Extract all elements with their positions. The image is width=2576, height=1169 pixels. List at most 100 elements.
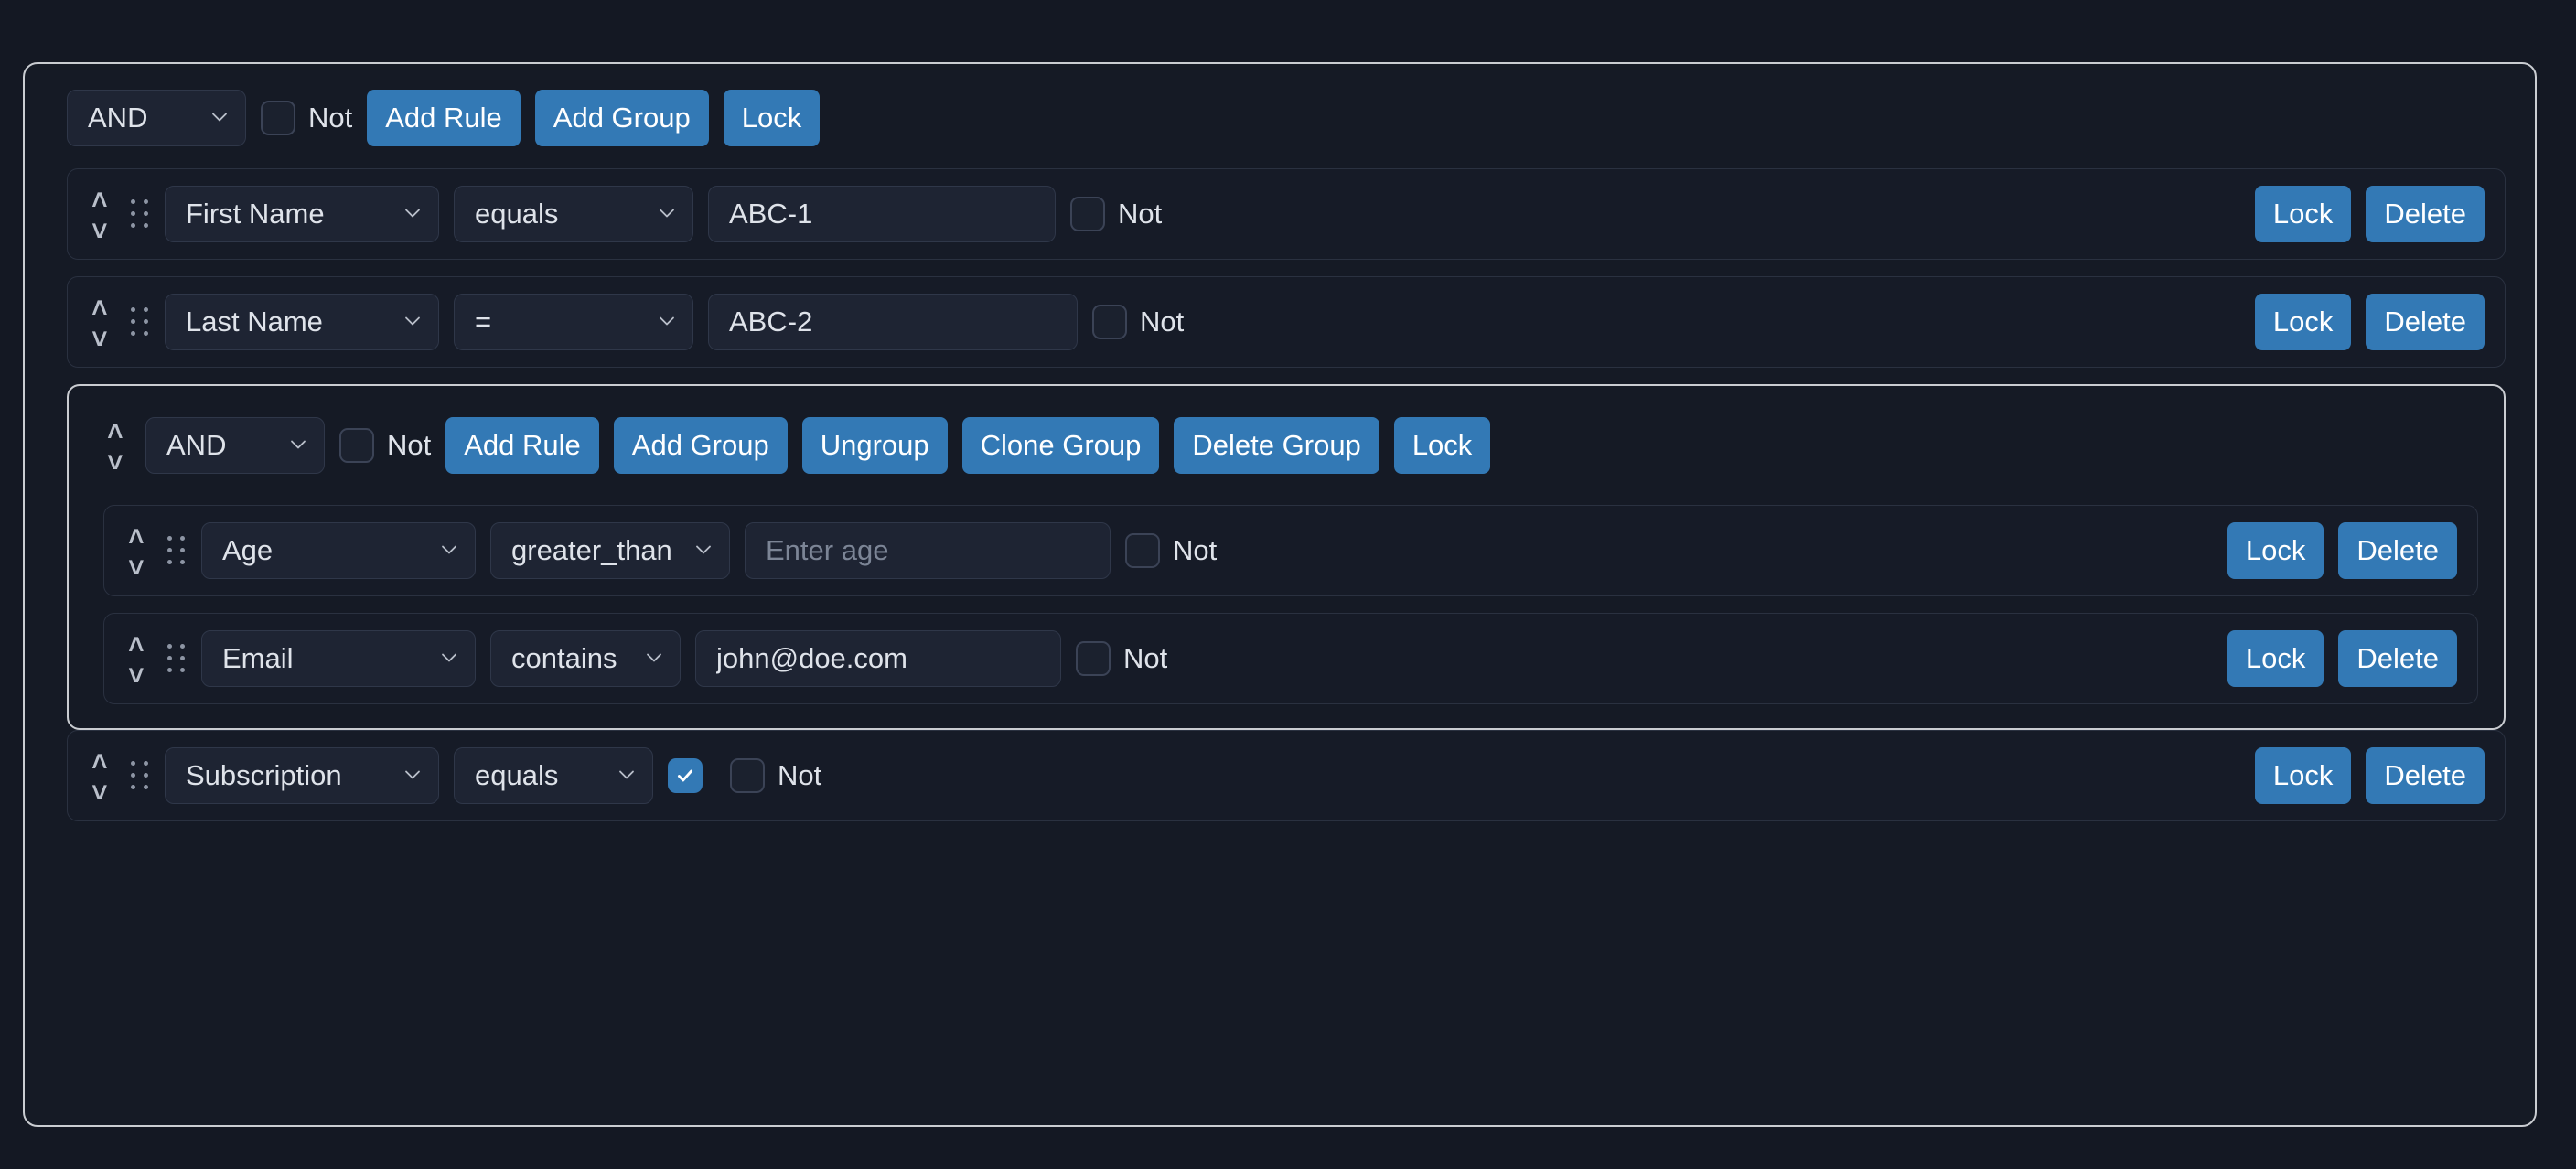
rule-field-value: Age (222, 534, 273, 567)
root-not-checkbox[interactable] (261, 101, 295, 135)
rule-operator-value: equals (475, 198, 558, 231)
rule-actions: Lock Delete (2227, 630, 2457, 687)
move-down-icon[interactable]: ∨ (89, 776, 112, 807)
rule-move-controls[interactable]: ∧ ∨ (84, 283, 115, 361)
move-up-icon[interactable]: ∧ (89, 183, 112, 214)
root-add-group-button[interactable]: Add Group (535, 90, 709, 146)
rule-not-label: Not (1123, 642, 1167, 675)
rule-value-input[interactable] (745, 522, 1111, 579)
drag-handle-icon[interactable] (130, 304, 150, 340)
rule-lock-button[interactable]: Lock (2227, 630, 2324, 687)
chevron-down-icon (658, 312, 676, 330)
drag-handle-icon[interactable] (130, 196, 150, 232)
table-row: ∧ ∨ Email contains (103, 613, 2478, 704)
rule-operator-select[interactable]: equals (454, 186, 693, 242)
rule-field-select[interactable]: Age (201, 522, 476, 579)
root-add-rule-button[interactable]: Add Rule (367, 90, 521, 146)
rule-delete-button[interactable]: Delete (2366, 294, 2485, 350)
rule-value-checkbox[interactable] (668, 758, 703, 793)
root-group-toolbar: AND Not Add Rule Add Group Lock (25, 64, 2535, 156)
rule-operator-value: greater_than (511, 534, 672, 567)
move-down-icon[interactable]: ∨ (89, 322, 112, 353)
table-row: ∧ ∨ Last Name = Not (67, 276, 2506, 368)
nested-combinator-value: AND (166, 429, 226, 462)
rule-not-label: Not (1118, 198, 1162, 231)
rule-lock-button[interactable]: Lock (2255, 747, 2351, 804)
root-combinator-select[interactable]: AND (67, 90, 246, 146)
move-down-icon[interactable]: ∨ (125, 551, 148, 582)
rule-delete-button[interactable]: Delete (2366, 747, 2485, 804)
rule-operator-select[interactable]: equals (454, 747, 653, 804)
chevron-down-icon (289, 435, 307, 454)
rule-operator-value: contains (511, 642, 617, 675)
root-not-checkbox-wrap[interactable]: Not (261, 101, 352, 135)
rule-operator-value: equals (475, 759, 558, 792)
rule-not-checkbox[interactable] (1076, 641, 1111, 676)
move-down-icon[interactable]: ∨ (104, 445, 127, 477)
rule-not-checkbox-wrap[interactable]: Not (1076, 641, 1167, 676)
move-down-icon[interactable]: ∨ (89, 214, 112, 245)
rule-lock-button[interactable]: Lock (2227, 522, 2324, 579)
rule-move-controls[interactable]: ∧ ∨ (121, 619, 152, 698)
drag-handle-icon[interactable] (166, 640, 187, 677)
nested-delete-group-button[interactable]: Delete Group (1174, 417, 1379, 474)
rule-delete-button[interactable]: Delete (2338, 522, 2457, 579)
nested-group-move-controls[interactable]: ∧ ∨ (100, 406, 131, 485)
rule-not-checkbox-wrap[interactable]: Not (1070, 197, 1162, 231)
rule-move-controls[interactable]: ∧ ∨ (84, 175, 115, 253)
rule-not-label: Not (1173, 534, 1217, 567)
chevron-down-icon (210, 108, 229, 126)
chevron-down-icon (403, 766, 422, 784)
chevron-down-icon (645, 649, 663, 667)
rule-not-checkbox[interactable] (1070, 197, 1105, 231)
rule-field-value: First Name (186, 198, 325, 231)
rule-operator-select[interactable]: contains (490, 630, 681, 687)
move-up-icon[interactable]: ∧ (125, 520, 148, 551)
rule-delete-button[interactable]: Delete (2338, 630, 2457, 687)
nested-combinator-select[interactable]: AND (145, 417, 325, 474)
drag-handle-icon[interactable] (130, 757, 150, 794)
rule-field-select[interactable]: Last Name (165, 294, 439, 350)
move-up-icon[interactable]: ∧ (104, 414, 127, 445)
nested-group-toolbar: ∧ ∨ AND Not Add Rule Add Group (91, 386, 2482, 490)
nested-add-rule-button[interactable]: Add Rule (445, 417, 599, 474)
rule-not-checkbox-wrap[interactable]: Not (1125, 533, 1217, 568)
nested-lock-button[interactable]: Lock (1394, 417, 1490, 474)
rule-field-select[interactable]: First Name (165, 186, 439, 242)
chevron-down-icon (617, 766, 636, 784)
rule-operator-select[interactable]: greater_than (490, 522, 730, 579)
query-builder-panel: AND Not Add Rule Add Group Lock ∧ ∨ Firs… (23, 62, 2537, 1127)
rule-field-select[interactable]: Subscription (165, 747, 439, 804)
chevron-down-icon (694, 541, 713, 559)
rule-not-checkbox-wrap[interactable]: Not (1092, 305, 1184, 339)
table-row: ∧ ∨ Subscription equals (67, 730, 2506, 821)
rule-lock-button[interactable]: Lock (2255, 186, 2351, 242)
nested-rules-list: ∧ ∨ Age greater_than (91, 505, 2482, 704)
rule-value-input[interactable] (708, 186, 1056, 242)
rule-field-select[interactable]: Email (201, 630, 476, 687)
rule-lock-button[interactable]: Lock (2255, 294, 2351, 350)
rule-not-checkbox[interactable] (730, 758, 765, 793)
rule-not-checkbox[interactable] (1092, 305, 1127, 339)
rule-operator-select[interactable]: = (454, 294, 693, 350)
move-up-icon[interactable]: ∧ (89, 291, 112, 322)
rule-actions: Lock Delete (2255, 294, 2485, 350)
rule-move-controls[interactable]: ∧ ∨ (121, 511, 152, 590)
move-up-icon[interactable]: ∧ (89, 745, 112, 776)
nested-clone-group-button[interactable]: Clone Group (962, 417, 1160, 474)
move-down-icon[interactable]: ∨ (125, 659, 148, 690)
rule-delete-button[interactable]: Delete (2366, 186, 2485, 242)
nested-add-group-button[interactable]: Add Group (614, 417, 788, 474)
rule-value-input[interactable] (708, 294, 1078, 350)
nested-not-checkbox[interactable] (339, 428, 374, 463)
move-up-icon[interactable]: ∧ (125, 627, 148, 659)
drag-handle-icon[interactable] (166, 532, 187, 569)
rule-not-checkbox[interactable] (1125, 533, 1160, 568)
nested-not-checkbox-wrap[interactable]: Not (339, 428, 431, 463)
chevron-down-icon (440, 541, 458, 559)
rule-not-checkbox-wrap[interactable]: Not (730, 758, 821, 793)
rule-move-controls[interactable]: ∧ ∨ (84, 736, 115, 815)
rule-value-input[interactable] (695, 630, 1061, 687)
nested-ungroup-button[interactable]: Ungroup (802, 417, 948, 474)
root-lock-button[interactable]: Lock (724, 90, 820, 146)
